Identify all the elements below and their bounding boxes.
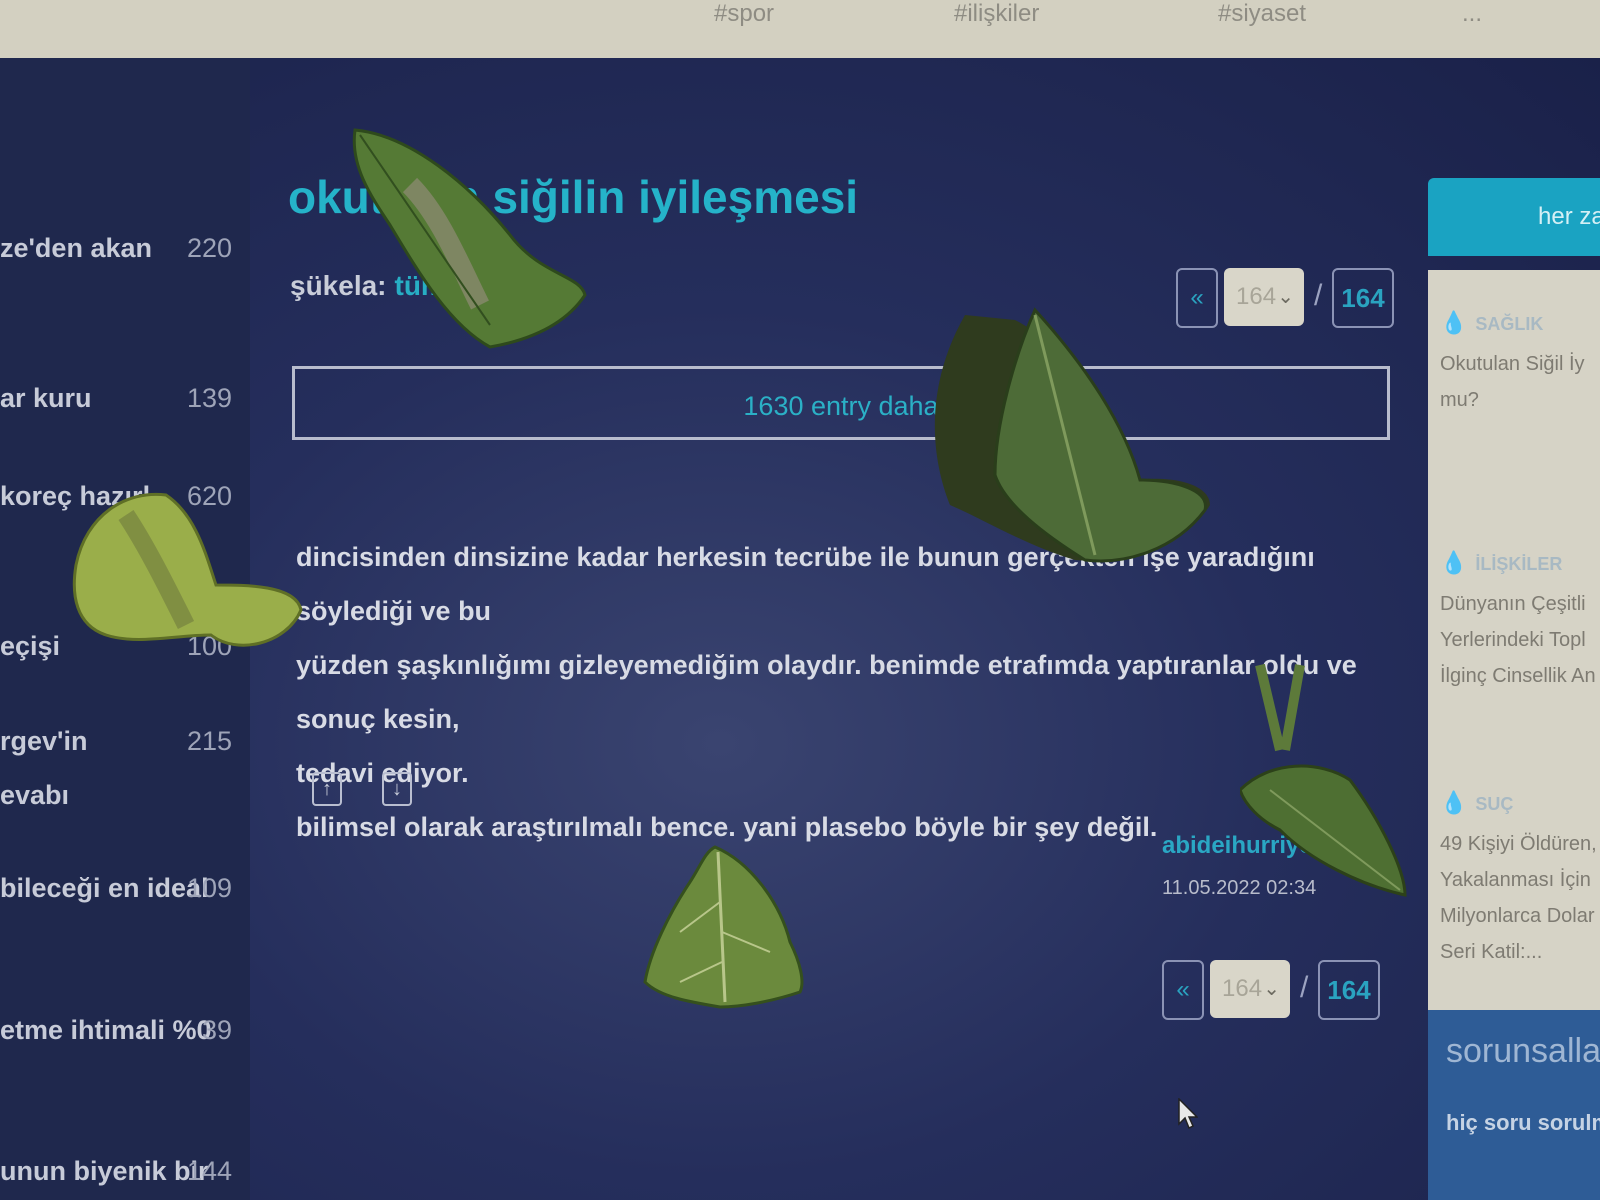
- topic-item[interactable]: 💧 SAĞLIK Okutulan Siğil İy mu?: [1440, 310, 1600, 418]
- sidebar-item-label: unun biyenik bir: [0, 1156, 209, 1186]
- sidebar-item-label: etme ihtimali %0: [0, 1015, 212, 1045]
- topic-text: Okutulan Siğil İy mu?: [1440, 353, 1585, 411]
- sidebar-item-label: ar kuru: [0, 383, 92, 413]
- nav-tag-iliskiler[interactable]: #ilişkiler: [954, 0, 1039, 28]
- more-entries-button[interactable]: 1630 entry daha: [292, 366, 1390, 440]
- pager-separator: /: [1300, 971, 1309, 1004]
- topic-category: SAĞLIK: [1475, 314, 1544, 334]
- drop-icon: 💧: [1440, 310, 1468, 335]
- leaf-image-2: [72, 492, 303, 647]
- topic-item[interactable]: 💧 İLİŞKİLER Dünyanın Çeşitli Yerlerindeki …: [1440, 550, 1600, 694]
- downvote-button[interactable]: ↓: [382, 772, 412, 806]
- sorunsallar-heading[interactable]: sorunsallar: [1446, 1032, 1600, 1071]
- entry-line: tedavi ediyor.: [296, 758, 469, 788]
- chevron-down-icon: ⌄: [1277, 286, 1294, 308]
- sidebar-item-label: ze'den akan: [0, 233, 152, 263]
- topics-card: 💧 SAĞLIK Okutulan Siğil İy mu? 💧 İLİŞKİLER …: [1428, 270, 1600, 1010]
- sidebar-item-count: 220: [186, 233, 232, 263]
- pager-last-button[interactable]: 164: [1318, 960, 1380, 1020]
- pager-prev-button[interactable]: «: [1162, 960, 1204, 1020]
- topic-category: İLİŞKİLER: [1475, 554, 1563, 574]
- pager-separator: /: [1314, 279, 1323, 312]
- topic-category: SUÇ: [1475, 794, 1514, 814]
- drop-icon: 💧: [1440, 790, 1468, 815]
- sidebar-item-count: 139: [186, 383, 232, 413]
- nav-more-button[interactable]: ...: [1462, 0, 1482, 28]
- entry-line: yüzden şaşkınlığımı gizleyemediğim olayd…: [296, 650, 1357, 734]
- chevron-down-icon: ⌄: [1263, 978, 1280, 1000]
- topic-item[interactable]: 💧 SUÇ 49 Kişiyi Öldüren, Yakalanması İçin M…: [1440, 790, 1600, 970]
- topic-text: Dünyanın Çeşitli Yerlerindeki Topl İlginç …: [1440, 593, 1596, 687]
- upvote-button[interactable]: ↑: [312, 772, 342, 806]
- leaf-image-4: [1240, 663, 1407, 897]
- sidebar-item-count: 39: [201, 1015, 232, 1045]
- drop-icon: 💧: [1440, 550, 1468, 575]
- no-questions-text: hiç soru sorulmamış: [1446, 1110, 1600, 1135]
- topic-text: 49 Kişiyi Öldüren, Yakalanması İçin Milyon…: [1440, 833, 1597, 963]
- pager-page-select[interactable]: 164 ⌄: [1210, 960, 1290, 1018]
- right-panel: her zaman 💧 SAĞLIK Okutulan Siğil İymu? 💧…: [1428, 178, 1600, 1200]
- sidebar-item-label: evabı: [0, 780, 70, 810]
- pager-last-button[interactable]: 164: [1332, 268, 1394, 328]
- sidebar-item-label: bileceği en ideal: [0, 873, 209, 903]
- top-navigation-bar: #spor #ilişkiler #siyaset ...: [0, 0, 1600, 58]
- sidebar-item-label: rgev'in: [0, 726, 88, 756]
- entry-line: dincisinden dinsizine kadar herkesin tec…: [296, 542, 1315, 626]
- nav-tag-spor[interactable]: #spor: [714, 0, 774, 28]
- pager-page-select[interactable]: 164 ⌄: [1224, 268, 1304, 326]
- sidebar-item-count: 109: [186, 873, 232, 903]
- tab-label: her zaman: [1538, 203, 1600, 230]
- sorunsallar-section: sorunsallar hiç soru sorulmamış: [1428, 1010, 1600, 1200]
- sidebar-item-count: 144: [186, 1156, 232, 1186]
- sidebar-item-label: eçişi: [0, 631, 61, 661]
- mouse-cursor-icon: [1178, 1098, 1198, 1130]
- tab-her-zaman[interactable]: her zaman: [1428, 178, 1600, 256]
- nav-tag-siyaset[interactable]: #siyaset: [1218, 0, 1306, 28]
- sidebar-item-count: 215: [186, 726, 232, 756]
- leaf-image-1: [352, 128, 587, 349]
- leaf-image-5: [643, 845, 804, 1009]
- entry-content: dincisinden dinsizine kadar herkesin tec…: [296, 530, 1386, 854]
- leaf-image-3: [934, 307, 1210, 563]
